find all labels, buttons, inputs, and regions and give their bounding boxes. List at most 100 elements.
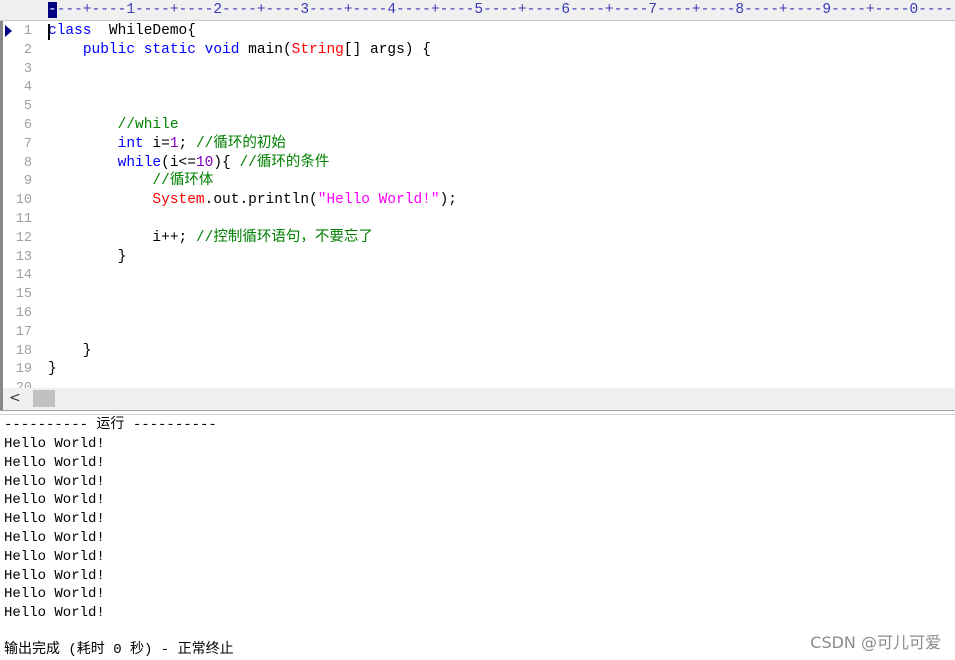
code-token-plain: } xyxy=(48,342,92,359)
code-token-plain: } xyxy=(48,361,57,378)
code-line[interactable]: 7 int i=1; //循环的初始 xyxy=(3,135,955,154)
scroll-left-arrow-icon[interactable]: < xyxy=(9,390,21,406)
code-text: int i=1; //循环的初始 xyxy=(48,135,286,154)
line-number: 19 xyxy=(15,362,32,378)
code-token-plain: (i<= xyxy=(161,154,196,171)
code-token-keyword: int xyxy=(117,135,144,152)
code-token-comment: //循环的初始 xyxy=(195,135,286,152)
line-number: 12 xyxy=(15,230,32,246)
code-line[interactable]: 11 xyxy=(3,210,955,229)
line-number: 9 xyxy=(23,174,32,190)
code-token-comment: //循环的条件 xyxy=(239,154,330,171)
code-line[interactable]: 10 System.out.println("Hello World!"); xyxy=(3,191,955,210)
output-line: Hello World! xyxy=(4,511,105,528)
code-line[interactable]: 9 //循环体 xyxy=(3,172,955,191)
code-line[interactable]: 2 public static void main(String[] args)… xyxy=(3,41,955,60)
code-token-plain: WhileDemo{ xyxy=(91,23,196,39)
code-token-comment: //循环体 xyxy=(152,173,214,190)
line-number: 5 xyxy=(23,99,32,115)
code-line[interactable]: 14 xyxy=(3,266,955,285)
watermark: CSDN @可儿可爱 xyxy=(810,633,941,652)
line-number: 11 xyxy=(15,212,32,227)
code-text: public static void main(String[] args) { xyxy=(48,41,431,60)
code-line[interactable]: 16 xyxy=(3,304,955,323)
code-line[interactable]: 18 } xyxy=(3,342,955,361)
code-token-type: System xyxy=(152,192,205,209)
code-text: while(i<=10){ //循环的条件 xyxy=(48,154,330,173)
code-line[interactable]: 1 class WhileDemo{ xyxy=(3,22,955,41)
code-line[interactable]: 8 while(i<=10){ //循环的条件 xyxy=(3,154,955,173)
code-token-plain: main( xyxy=(239,41,292,58)
code-token-type: String xyxy=(291,41,344,58)
code-text: //循环体 xyxy=(48,172,213,191)
output-line: Hello World! xyxy=(4,473,105,490)
line-number: 15 xyxy=(15,287,32,303)
line-number: 7 xyxy=(23,136,32,152)
code-token-plain: [] args) { xyxy=(343,41,431,58)
code-token-comment: //控制循环语句，不要忘了 xyxy=(195,229,373,246)
ruler-marks: ---+----1----+----2----+----3----+----4-… xyxy=(56,2,955,18)
code-token-string: "Hello World!" xyxy=(317,192,440,209)
line-number: 13 xyxy=(15,249,32,265)
line-number: 16 xyxy=(15,306,32,321)
line-number: 4 xyxy=(23,80,32,96)
line-number: 6 xyxy=(23,118,32,133)
code-token-plain: ; xyxy=(178,135,196,152)
text-caret xyxy=(48,24,50,40)
output-line: Hello World! xyxy=(4,436,105,452)
code-text: class WhileDemo{ xyxy=(48,22,196,41)
output-line: Hello World! xyxy=(4,548,105,565)
code-token-plain: .out.println( xyxy=(204,192,318,209)
line-number: 2 xyxy=(23,42,32,58)
code-text: } xyxy=(48,360,57,379)
line-number: 18 xyxy=(15,343,32,359)
output-line: Hello World! xyxy=(4,454,105,471)
output-line: Hello World! xyxy=(4,605,105,622)
horizontal-scrollbar[interactable]: < xyxy=(0,388,955,410)
code-line[interactable]: 15 xyxy=(3,285,955,304)
code-token-plain: ){ xyxy=(213,154,240,171)
code-line[interactable]: 12 i++; //控制循环语句，不要忘了 xyxy=(3,229,955,248)
output-line: Hello World! xyxy=(4,530,105,546)
code-line[interactable]: 20 xyxy=(3,379,955,388)
code-token-plain: i++; xyxy=(152,229,196,246)
code-token-number: 1 xyxy=(169,135,179,152)
code-line[interactable]: 4 xyxy=(3,78,955,97)
line-number: 3 xyxy=(23,61,32,77)
code-line[interactable]: 5 xyxy=(3,97,955,116)
output-line: Hello World! xyxy=(4,567,105,584)
line-number: 8 xyxy=(23,155,32,171)
code-line[interactable]: 17 xyxy=(3,323,955,342)
code-token-keyword: class xyxy=(48,23,92,39)
column-ruler: ----+----1----+----2----+----3----+----4… xyxy=(0,0,955,21)
code-editor[interactable]: 1 class WhileDemo{2 public static void ma… xyxy=(0,21,955,388)
code-text: //while xyxy=(48,116,179,135)
code-text: } xyxy=(48,248,127,267)
output-line: Hello World! xyxy=(4,492,105,509)
code-token-keyword: while xyxy=(117,154,162,171)
code-line[interactable]: 6 //while xyxy=(3,116,955,135)
code-line[interactable]: 3 xyxy=(3,60,955,79)
scrollbar-thumb[interactable] xyxy=(33,390,55,407)
code-text: } xyxy=(48,342,92,361)
output-line: Hello World! xyxy=(4,586,105,603)
output-status: 输出完成 (耗时 0 秒) - 正常终止 xyxy=(4,642,234,658)
current-line-marker-icon xyxy=(5,25,12,37)
ruler-cursor-column: - xyxy=(48,2,57,18)
code-text: i++; //控制循环语句，不要忘了 xyxy=(48,229,373,248)
code-token-plain: } xyxy=(48,248,127,265)
line-number: 14 xyxy=(15,268,32,284)
code-text: System.out.println("Hello World!"); xyxy=(48,191,457,210)
code-token-plain: ); xyxy=(439,192,457,209)
pane-splitter[interactable] xyxy=(0,410,955,415)
code-line[interactable]: 19} xyxy=(3,360,955,379)
code-line[interactable]: 13 } xyxy=(3,248,955,267)
code-token-plain: i= xyxy=(143,135,170,152)
